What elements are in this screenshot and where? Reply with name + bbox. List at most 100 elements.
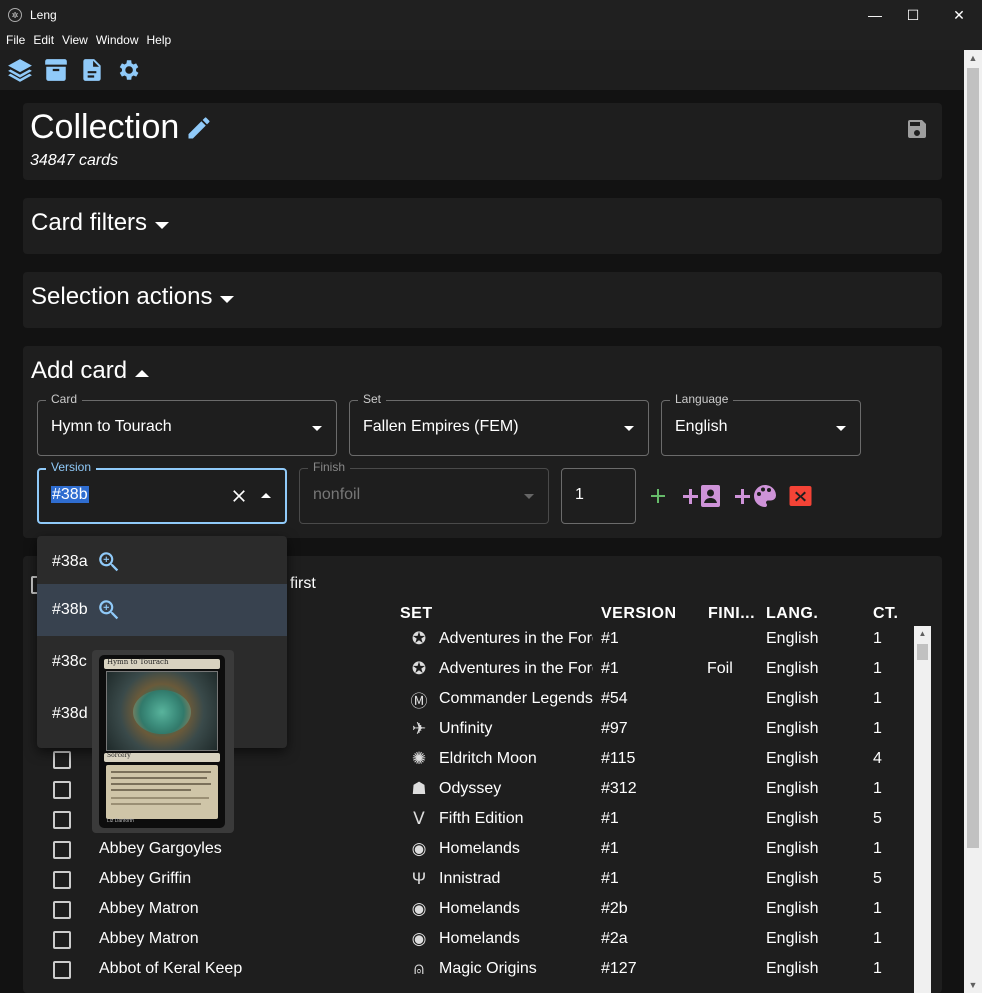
table-scroll-thumb[interactable] bbox=[917, 644, 928, 660]
set-symbol-icon: ⍝ bbox=[413, 959, 425, 978]
set-symbol-icon: ◉ bbox=[411, 929, 427, 948]
quantity-value: 1 bbox=[575, 486, 584, 503]
set-symbol-icon: Ⓜ bbox=[410, 691, 428, 711]
page-scrollbar[interactable]: ▲ ▼ bbox=[964, 50, 982, 993]
close-window-button[interactable]: ✕ bbox=[936, 0, 982, 30]
close-box-icon bbox=[789, 486, 812, 506]
selection-actions-section[interactable]: Selection actions bbox=[23, 272, 942, 328]
table-row[interactable]: Abbey Griffin Ψ Innistrad #1 English 5 bbox=[23, 865, 923, 895]
version: #1 bbox=[601, 870, 619, 887]
scroll-up-arrow-icon[interactable]: ▲ bbox=[914, 626, 931, 642]
column-header-count[interactable]: CT. bbox=[873, 605, 899, 623]
card-label: Card bbox=[46, 392, 83, 406]
toolbar bbox=[0, 50, 982, 90]
save-icon[interactable] bbox=[905, 117, 929, 141]
table-row[interactable]: Abbey Matron ◉ Homelands #2b English 1 bbox=[23, 895, 923, 925]
version-label: Version bbox=[46, 460, 97, 474]
document-icon[interactable] bbox=[78, 56, 106, 84]
card-filters-section[interactable]: Card filters bbox=[23, 198, 942, 254]
set-name: Unfinity bbox=[439, 720, 493, 737]
menu-file[interactable]: File bbox=[6, 33, 25, 47]
set-name: Adventures in the Forgotten Realms bbox=[439, 660, 593, 677]
row-checkbox[interactable] bbox=[53, 901, 71, 919]
menu-view[interactable]: View bbox=[62, 33, 88, 47]
row-checkbox[interactable] bbox=[53, 961, 71, 979]
table-scrollbar[interactable]: ▲ bbox=[914, 626, 931, 993]
card-name: Abbot of Keral Keep bbox=[99, 960, 243, 977]
set-symbol-icon: ◉ bbox=[411, 839, 427, 858]
zoom-in-icon[interactable] bbox=[96, 549, 122, 575]
set-name: Homelands bbox=[439, 840, 520, 857]
add-to-deck-button[interactable] bbox=[680, 482, 722, 510]
set-symbol-icon: Ψ bbox=[411, 869, 427, 888]
page-scroll-thumb[interactable] bbox=[967, 68, 979, 848]
version-input[interactable]: Version #38b bbox=[37, 460, 287, 524]
card-name: Abbey Matron bbox=[99, 930, 199, 947]
card-filters-title: Card filters bbox=[31, 209, 148, 236]
dropdown-up-icon[interactable] bbox=[261, 493, 271, 498]
column-header-finish[interactable]: FINI... bbox=[708, 605, 755, 623]
row-checkbox[interactable] bbox=[53, 841, 71, 859]
column-header-language[interactable]: LANG. bbox=[766, 605, 818, 623]
scroll-up-arrow-icon[interactable]: ▲ bbox=[964, 50, 982, 66]
language: English bbox=[766, 930, 819, 947]
language: English bbox=[766, 660, 819, 677]
version-option-selected[interactable]: #38b bbox=[37, 584, 287, 636]
menu-window[interactable]: Window bbox=[96, 33, 139, 47]
card-count: 34847 cards bbox=[30, 152, 119, 169]
language: English bbox=[766, 780, 819, 797]
card-preview-type: Sorcery bbox=[107, 752, 131, 759]
dropdown-arrow-icon bbox=[836, 426, 846, 431]
set-name: Eldritch Moon bbox=[439, 750, 537, 767]
language: English bbox=[766, 810, 819, 827]
clear-icon[interactable] bbox=[229, 486, 249, 506]
dropdown-arrow-icon bbox=[312, 426, 322, 431]
version-option-label: #38b bbox=[52, 601, 88, 618]
maximize-button[interactable]: ☐ bbox=[890, 0, 936, 30]
count: 1 bbox=[873, 780, 882, 797]
add-button[interactable] bbox=[646, 484, 670, 508]
scroll-down-arrow-icon[interactable]: ▼ bbox=[964, 977, 982, 993]
set-select[interactable]: Set Fallen Empires (FEM) bbox=[349, 392, 649, 456]
column-header-set[interactable]: SET bbox=[400, 605, 433, 623]
card-image: Hymn to Tourach Sorcery Liz Danforth bbox=[99, 655, 225, 828]
card-value: Hymn to Tourach bbox=[51, 418, 172, 435]
edit-icon[interactable] bbox=[185, 114, 213, 142]
row-checkbox[interactable] bbox=[53, 871, 71, 889]
set-label: Set bbox=[358, 392, 387, 406]
set-symbol-icon: ✪ bbox=[411, 659, 427, 678]
table-row[interactable]: Abbot of Keral Keep ⍝ Magic Origins #127 Eng… bbox=[23, 955, 923, 985]
plus-palette-icon bbox=[735, 485, 776, 507]
row-checkbox[interactable] bbox=[53, 811, 71, 829]
layers-icon[interactable] bbox=[6, 56, 34, 84]
set-symbol-icon: ☗ bbox=[411, 779, 427, 798]
language-select[interactable]: Language English bbox=[661, 392, 861, 456]
finish: Foil bbox=[707, 660, 733, 677]
row-checkbox[interactable] bbox=[53, 751, 71, 769]
menu-edit[interactable]: Edit bbox=[33, 33, 54, 47]
add-card-header[interactable]: Add card bbox=[31, 357, 150, 385]
zoom-in-icon[interactable] bbox=[96, 597, 122, 623]
archive-icon[interactable] bbox=[42, 56, 70, 84]
version-option-label: #38a bbox=[52, 553, 88, 570]
quantity-field[interactable]: 1 bbox=[561, 468, 636, 524]
card-select[interactable]: Card Hymn to Tourach bbox=[37, 392, 337, 456]
count: 5 bbox=[873, 870, 882, 887]
row-checkbox[interactable] bbox=[53, 931, 71, 949]
cancel-button[interactable] bbox=[788, 485, 813, 507]
count: 5 bbox=[873, 810, 882, 827]
finish-value: nonfoil bbox=[313, 486, 361, 503]
column-header-version[interactable]: VERSION bbox=[601, 605, 677, 623]
add-with-art-button[interactable] bbox=[732, 482, 778, 510]
table-row[interactable]: Abbey Matron ◉ Homelands #2a English 1 bbox=[23, 925, 923, 955]
row-checkbox[interactable] bbox=[53, 781, 71, 799]
gear-icon[interactable] bbox=[114, 56, 142, 84]
version: #127 bbox=[601, 960, 637, 977]
finish-label: Finish bbox=[308, 460, 351, 474]
set-name: Fifth Edition bbox=[439, 810, 524, 827]
version: #1 bbox=[601, 810, 619, 827]
menu-help[interactable]: Help bbox=[147, 33, 172, 47]
count: 1 bbox=[873, 930, 882, 947]
version-option[interactable]: #38a bbox=[37, 536, 287, 588]
table-row[interactable]: Abbey Gargoyles ◉ Homelands #1 English 1 bbox=[23, 835, 923, 865]
